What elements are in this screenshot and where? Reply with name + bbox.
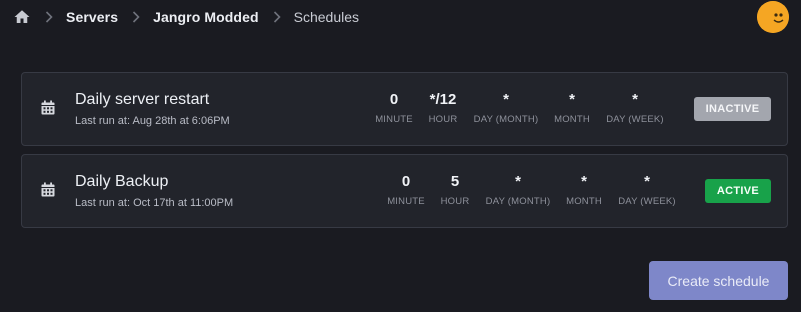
cron-month-value: *: [569, 91, 575, 108]
cron-day-month-value: *: [515, 173, 521, 190]
schedule-name: Daily server restart: [75, 91, 210, 108]
cron-hour-value: */12: [429, 91, 457, 108]
cron-hour: */12 HOUR: [423, 91, 463, 125]
cron-minute-label: MINUTE: [375, 114, 413, 125]
cron-month-label: MONTH: [566, 196, 602, 207]
cron-minute: 0 MINUTE: [384, 173, 428, 207]
cron-month-label: MONTH: [554, 114, 590, 125]
calendar-icon: [40, 100, 56, 116]
breadcrumb-servers[interactable]: Servers: [66, 9, 118, 25]
cron-month-value: *: [581, 173, 587, 190]
chevron-right-icon: [45, 11, 53, 23]
schedule-last-run: Last run at: Aug 28th at 6:06PM: [75, 115, 230, 127]
cron-day-month-value: *: [503, 91, 509, 108]
cron-minute-label: MINUTE: [387, 196, 425, 207]
chevron-right-icon: [132, 11, 140, 23]
schedule-last-run: Last run at: Oct 17th at 11:00PM: [75, 197, 234, 209]
schedule-card[interactable]: Daily server restart Last run at: Aug 28…: [21, 72, 788, 146]
schedule-name: Daily Backup: [75, 173, 169, 190]
cron-day-week: * DAY (WEEK): [602, 91, 668, 125]
status-badge: INACTIVE: [694, 97, 771, 121]
cron-day-week: * DAY (WEEK): [614, 173, 680, 207]
create-schedule-button[interactable]: Create schedule: [649, 261, 788, 300]
cron-hour-label: HOUR: [440, 196, 470, 207]
schedule-card[interactable]: Daily Backup Last run at: Oct 17th at 11…: [21, 154, 788, 228]
cron-month: * MONTH: [561, 173, 607, 207]
cron-day-week-value: *: [644, 173, 650, 190]
breadcrumb: Servers Jangro Modded Schedules: [13, 6, 359, 28]
cron-minute-value: 0: [389, 91, 399, 108]
chevron-right-icon: [273, 11, 281, 23]
cron-hour-label: HOUR: [428, 114, 458, 125]
cron-day-month: * DAY (MONTH): [482, 173, 554, 207]
top-bar: Servers Jangro Modded Schedules: [0, 0, 801, 34]
breadcrumb-current: Schedules: [293, 9, 360, 25]
cron-hour: 5 HOUR: [435, 173, 475, 207]
cron-day-week-value: *: [632, 91, 638, 108]
cron-minute-value: 0: [401, 173, 411, 190]
cron-minute: 0 MINUTE: [372, 91, 416, 125]
calendar-icon: [40, 182, 56, 198]
cron-month: * MONTH: [549, 91, 595, 125]
cron-day-week-label: DAY (WEEK): [606, 114, 664, 125]
breadcrumb-server-name[interactable]: Jangro Modded: [153, 9, 259, 25]
cron-day-month-label: DAY (MONTH): [473, 114, 539, 125]
cron-day-month: * DAY (MONTH): [470, 91, 542, 125]
smiley-face-avatar-icon: [757, 1, 789, 33]
avatar[interactable]: [757, 1, 789, 33]
cron-day-week-label: DAY (WEEK): [618, 196, 676, 207]
status-badge: ACTIVE: [705, 179, 771, 203]
home-icon[interactable]: [13, 8, 31, 26]
cron-day-month-label: DAY (MONTH): [485, 196, 551, 207]
cron-hour-value: 5: [450, 173, 460, 190]
